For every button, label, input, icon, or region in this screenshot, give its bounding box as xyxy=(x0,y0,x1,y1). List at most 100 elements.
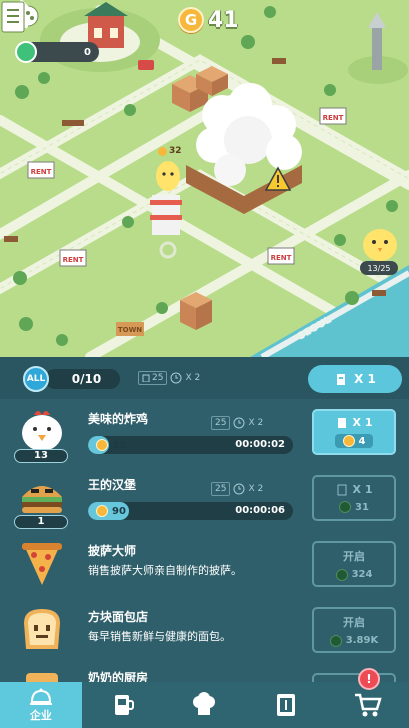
shopping-cart-icon xyxy=(355,693,382,717)
business-stats: 25 X 2 xyxy=(211,482,263,496)
kitchen-icon xyxy=(26,673,58,682)
lots-stat: 25 xyxy=(211,416,231,430)
business-row-pizza[interactable]: 披萨大师 销售披萨大师亲自制作的披萨。 开启 324 xyxy=(0,535,409,601)
building-mini-icon xyxy=(337,374,346,385)
tab-chef[interactable] xyxy=(164,682,246,728)
speed-value: X 2 xyxy=(248,418,264,428)
building-mini-icon xyxy=(337,484,347,495)
clock-icon xyxy=(233,417,245,429)
business-row-burger[interactable]: 1 王的汉堡 25 X 2 90 00:00:06 X 1 31 xyxy=(0,469,409,535)
all-button[interactable]: ALL xyxy=(23,366,49,392)
panel-stats: 25 X 2 xyxy=(138,371,200,385)
coin-icon xyxy=(96,439,108,451)
business-row-grandma-kitchen[interactable]: 奶奶的厨房 开启 xyxy=(0,667,409,682)
juicer-icon xyxy=(114,695,134,715)
business-name: 奶奶的厨房 xyxy=(88,671,149,682)
pizza-icon xyxy=(22,543,62,585)
payout: 32 xyxy=(88,439,126,451)
upgrade-label: X 1 xyxy=(352,416,373,429)
timer: 00:00:06 xyxy=(235,505,285,516)
price-value: 4 xyxy=(358,435,366,447)
lots-value: 25 xyxy=(215,484,227,494)
notification-badge: ! xyxy=(358,668,380,690)
price-value: 3.89K xyxy=(345,635,379,646)
upgrade-button[interactable]: X 1 4 xyxy=(312,409,396,455)
upgrade-price: 31 xyxy=(339,501,369,513)
business-name: 披萨大师 xyxy=(88,544,137,558)
lots-stat: 25 xyxy=(211,482,231,496)
level-value: 0 xyxy=(84,46,91,58)
lots-stat: 25 xyxy=(138,371,168,385)
bottom-nav: 企业 xyxy=(0,682,409,728)
production-bar: 90 00:00:06 xyxy=(88,502,293,520)
coin-icon xyxy=(158,146,167,156)
business-row-fried-chicken[interactable]: 13 美味的炸鸡 25 X 2 32 00:00:02 X 1 4 xyxy=(0,403,409,469)
rent-sign: RENT xyxy=(267,247,295,265)
lots-value: 25 xyxy=(152,373,164,383)
chef-hat-icon xyxy=(193,692,216,715)
svg-text:TOWN: TOWN xyxy=(118,326,142,334)
tab-menu[interactable] xyxy=(245,682,327,728)
business-stats: 25 X 2 xyxy=(211,416,263,430)
open-label: 开启 xyxy=(343,615,365,629)
open-button[interactable]: 开启 324 xyxy=(312,541,396,587)
coin-count: 41 xyxy=(208,7,239,33)
payout: 90 xyxy=(88,505,126,517)
speed-value: X 2 xyxy=(248,484,264,494)
rent-sign: RENT xyxy=(27,161,55,179)
town-sign: TOWN xyxy=(116,322,144,336)
business-level: 1 xyxy=(14,515,68,529)
tab-juicer[interactable] xyxy=(82,682,164,728)
egg-stand xyxy=(150,161,182,259)
coin-icon xyxy=(342,435,355,447)
payout-value: 32 xyxy=(112,439,126,451)
construction-smoke xyxy=(196,83,302,186)
egg-price: 32 xyxy=(169,146,182,156)
open-button[interactable]: 开启 3.89K xyxy=(312,607,396,653)
clock-icon xyxy=(170,372,182,384)
production-bar: 32 00:00:02 xyxy=(88,436,293,454)
chicken-icon xyxy=(22,411,62,451)
menu-book-icon xyxy=(277,694,296,716)
svg-text:RENT: RENT xyxy=(323,114,344,122)
coin-icon xyxy=(335,568,348,581)
price-value: 31 xyxy=(355,501,369,513)
burger-icon xyxy=(22,486,62,513)
price-value: 324 xyxy=(351,569,373,580)
tab-business[interactable]: 企业 xyxy=(0,682,82,728)
business-description: 销售披萨大师亲自制作的披萨。 xyxy=(88,564,242,577)
multiplier-label: X 1 xyxy=(354,372,376,386)
payout-value: 90 xyxy=(112,505,126,517)
tab-business-label: 企业 xyxy=(29,708,52,722)
rent-sign: RENT xyxy=(319,107,347,125)
business-row-bakery[interactable]: 方块面包店 每早销售新鲜与健康的面包。 开启 3.89K xyxy=(0,601,409,667)
multiplier-button[interactable]: X 1 xyxy=(308,365,402,393)
speed-value: X 2 xyxy=(185,373,201,383)
city-map[interactable]: RENT RENT RENT RENT TOWN SEOUL G 41 0 32… xyxy=(0,0,409,357)
egg-price-tag: 32 xyxy=(158,146,182,156)
coin-icon xyxy=(96,505,108,517)
business-description: 每早销售新鲜与健康的面包。 xyxy=(88,630,231,643)
business-level: 13 xyxy=(14,449,68,463)
building-mini-icon xyxy=(337,417,346,428)
upgrade-label: X 1 xyxy=(352,483,373,496)
chick-icon xyxy=(363,229,397,261)
level-indicator[interactable]: 0 xyxy=(15,41,99,63)
business-name: 方块面包店 xyxy=(88,610,149,624)
upgrade-price: 4 xyxy=(334,434,374,448)
level-face-icon xyxy=(15,41,37,63)
document-icon[interactable] xyxy=(0,0,28,34)
chick-count-badge: 13/25 xyxy=(360,261,398,275)
building-mini-icon xyxy=(142,374,150,382)
business-panel: 0/10 ALL 25 X 2 X 1 13 美味的炸鸡 25 X 2 32 0… xyxy=(0,357,409,682)
bread-icon xyxy=(24,609,60,649)
rent-sign: RENT xyxy=(59,249,87,267)
svg-text:RENT: RENT xyxy=(31,168,52,176)
svg-text:RENT: RENT xyxy=(271,254,292,262)
coin-balance: G 41 xyxy=(178,7,239,33)
upgrade-button[interactable]: X 1 31 xyxy=(312,475,396,521)
coin-icon xyxy=(339,501,352,513)
business-name: 王的汉堡 xyxy=(88,478,137,492)
svg-text:RENT: RENT xyxy=(63,256,84,264)
open-button[interactable]: 开启 xyxy=(312,673,396,682)
